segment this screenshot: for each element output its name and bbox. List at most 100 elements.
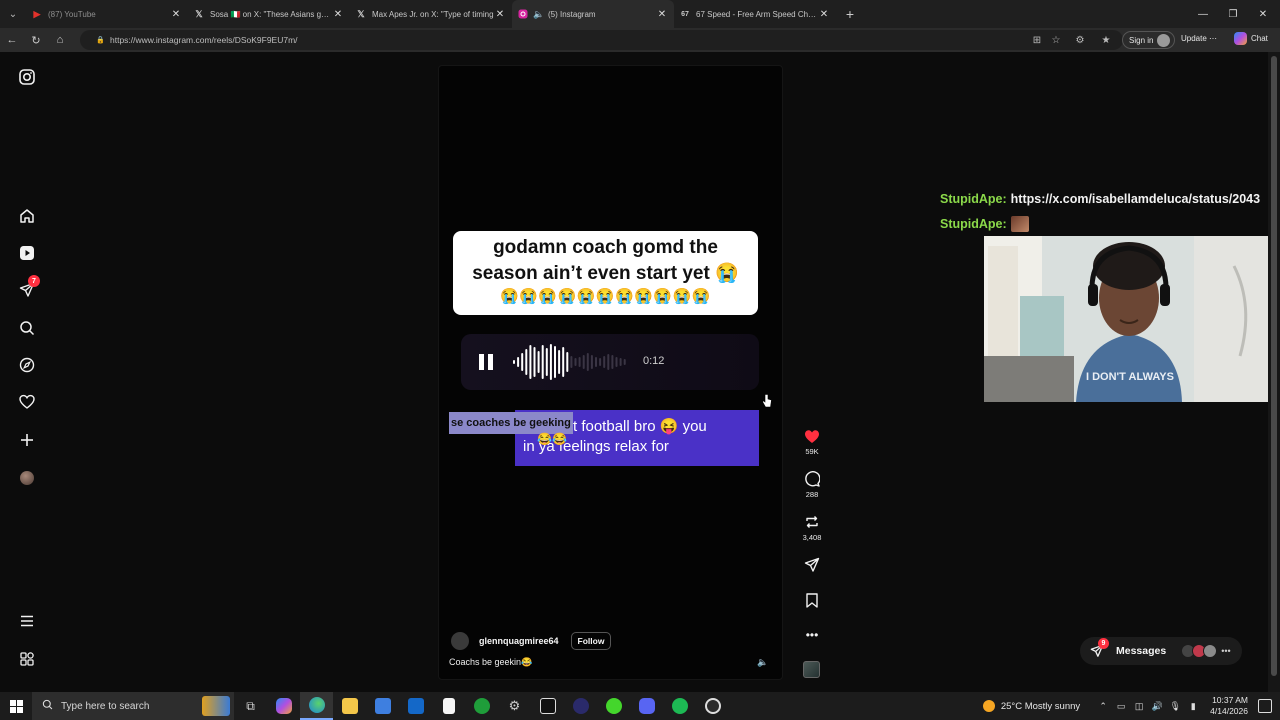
create-plus-icon[interactable] — [16, 429, 38, 451]
reel-video-player[interactable]: godamn coach gomd the season ain’t even … — [438, 65, 783, 680]
copilot-taskbar-icon[interactable] — [267, 692, 300, 720]
save-button[interactable] — [795, 591, 829, 609]
home-icon[interactable] — [16, 205, 38, 227]
share-button[interactable] — [795, 556, 829, 574]
instagram-logo-icon[interactable] — [16, 66, 38, 88]
tab-youtube[interactable]: ▶ (87) YouTube ✕ — [26, 0, 188, 28]
lock-icon[interactable]: 🔒 — [96, 36, 105, 44]
more-menu-icon[interactable] — [16, 610, 38, 632]
close-tab-icon[interactable]: ✕ — [332, 9, 344, 20]
notification-center-icon[interactable] — [1258, 699, 1272, 713]
extensions-icon[interactable]: ⚙ — [1073, 33, 1087, 47]
tab-instagram[interactable]: 🔈 (5) Instagram ✕ — [512, 0, 674, 28]
spotify-icon[interactable] — [663, 692, 696, 720]
voice-duration: 0:12 — [643, 355, 665, 367]
reel-author: glennquagmiree64 Follow — [451, 632, 612, 650]
waveform-bar — [615, 357, 618, 367]
close-tab-icon[interactable]: ✕ — [170, 9, 182, 20]
favorite-star-icon[interactable]: ☆ — [1049, 33, 1063, 47]
tab-67-speed[interactable]: 67 67 Speed - Free Arm Speed Challe ✕ — [674, 0, 836, 28]
taskbar-search-box[interactable]: Type here to search — [32, 692, 234, 720]
media-app-icon[interactable] — [564, 692, 597, 720]
scrollbar-thumb[interactable] — [1271, 56, 1277, 676]
streamer-webcam: I DON'T ALWAYS — [984, 236, 1280, 402]
profile-avatar[interactable] — [16, 467, 38, 489]
explore-icon[interactable] — [16, 354, 38, 376]
follow-button[interactable]: Follow — [570, 632, 612, 650]
like-button[interactable]: 59K — [795, 427, 829, 456]
waveform-bar — [513, 360, 515, 364]
profile-avatar-icon — [1157, 33, 1171, 47]
direct-messages-icon[interactable]: 7 — [16, 275, 40, 301]
reel-caption[interactable]: Coachs be geekin😂 — [449, 657, 532, 668]
minimize-button[interactable]: — — [1188, 0, 1218, 28]
taskbar-clock[interactable]: 10:37 AM 4/14/2026 — [1210, 695, 1248, 717]
more-options-button[interactable]: ••• — [795, 626, 829, 644]
discord-icon[interactable] — [630, 692, 663, 720]
capcut-icon[interactable] — [531, 692, 564, 720]
volume-icon[interactable]: 🔊 — [1150, 699, 1164, 713]
caption-line-2: season ain’t even start yet 😭 — [472, 263, 739, 284]
chat-username: StupidApe: — [940, 191, 1007, 206]
author-avatar[interactable] — [451, 632, 469, 650]
settings-gear-icon[interactable]: ⚙ — [498, 692, 531, 720]
comment-button[interactable]: 288 — [795, 470, 829, 499]
video-text-overlay: t football bro 😝 you in ya feelings rela… — [449, 410, 759, 466]
reels-icon[interactable] — [16, 242, 38, 264]
obs-icon[interactable] — [696, 692, 729, 720]
search-icon[interactable] — [16, 317, 38, 339]
task-view-icon[interactable]: ⧉ — [234, 692, 267, 720]
page-scrollbar[interactable] — [1268, 52, 1280, 692]
notifications-heart-icon[interactable] — [16, 391, 38, 413]
outlook-icon[interactable] — [399, 692, 432, 720]
store-icon[interactable] — [366, 692, 399, 720]
sign-in-button[interactable]: Sign in — [1122, 31, 1176, 49]
repost-button[interactable]: 3,408 — [795, 513, 829, 542]
app-available-icon[interactable]: ⊞ — [1030, 33, 1044, 47]
copilot-chat-button[interactable]: Chat — [1234, 32, 1268, 45]
pause-icon[interactable] — [479, 354, 495, 370]
speaker-icon[interactable]: 🔈 — [757, 657, 768, 668]
overlay-text-line-1: t football bro 😝 you — [573, 418, 707, 435]
close-window-button[interactable]: ✕ — [1248, 0, 1278, 28]
restore-button[interactable]: ❐ — [1218, 0, 1248, 28]
close-tab-icon[interactable]: ✕ — [656, 9, 668, 20]
update-button[interactable]: Update ⋯ — [1181, 34, 1217, 43]
edge-browser-icon[interactable] — [300, 692, 333, 720]
waveform-bar — [541, 345, 544, 379]
url-field[interactable]: 🔒 https://www.instagram.com/reels/DSoK9F… — [80, 30, 1123, 50]
messages-button[interactable]: 9 Messages ••• — [1080, 637, 1242, 665]
tab-x-sosa[interactable]: 𝕏 Sosa 🇮🇹 on X: "These Asians got a h ✕ — [188, 0, 350, 28]
new-tab-button[interactable]: + — [836, 6, 864, 22]
document-icon[interactable] — [432, 692, 465, 720]
chevron-up-icon[interactable]: ⌃ — [1096, 699, 1110, 713]
also-from-meta-icon[interactable] — [16, 648, 38, 670]
home-button[interactable]: ⌂ — [48, 28, 72, 52]
close-tab-icon[interactable]: ✕ — [818, 9, 830, 20]
weather-widget[interactable]: 25°C Mostly sunny — [982, 700, 1080, 712]
tab-x-maxapes[interactable]: 𝕏 Max Apes Jr. on X: "Type of timing ✕ — [350, 0, 512, 28]
original-audio-thumbnail[interactable] — [803, 661, 820, 678]
tab-actions-menu[interactable]: ⌄ — [0, 0, 26, 28]
razer-icon[interactable] — [597, 692, 630, 720]
file-explorer-icon[interactable] — [333, 692, 366, 720]
favorites-icon[interactable]: ★ — [1099, 33, 1113, 47]
xbox-icon[interactable] — [465, 692, 498, 720]
network-icon[interactable]: ◫ — [1132, 699, 1146, 713]
waveform-bar — [595, 357, 597, 367]
refresh-button[interactable]: ↻ — [24, 28, 48, 52]
microphone-icon[interactable]: 🎙 — [1168, 699, 1182, 713]
waveform-bar — [533, 347, 536, 377]
more-dots-icon: ••• — [805, 628, 819, 642]
overlay-emoji: 😂😂 — [537, 432, 567, 446]
battery-icon[interactable]: ▮ — [1186, 699, 1200, 713]
close-tab-icon[interactable]: ✕ — [494, 9, 506, 20]
audio-waveform — [513, 344, 626, 380]
waveform-bar — [525, 349, 528, 375]
speaker-icon[interactable]: 🔈 — [533, 9, 544, 19]
waveform-bar — [603, 356, 606, 368]
back-button[interactable]: ← — [0, 28, 24, 52]
monitor-icon[interactable]: ▭ — [1114, 699, 1128, 713]
author-username[interactable]: glennquagmiree64 — [479, 636, 559, 646]
windows-start-icon[interactable] — [0, 692, 32, 720]
